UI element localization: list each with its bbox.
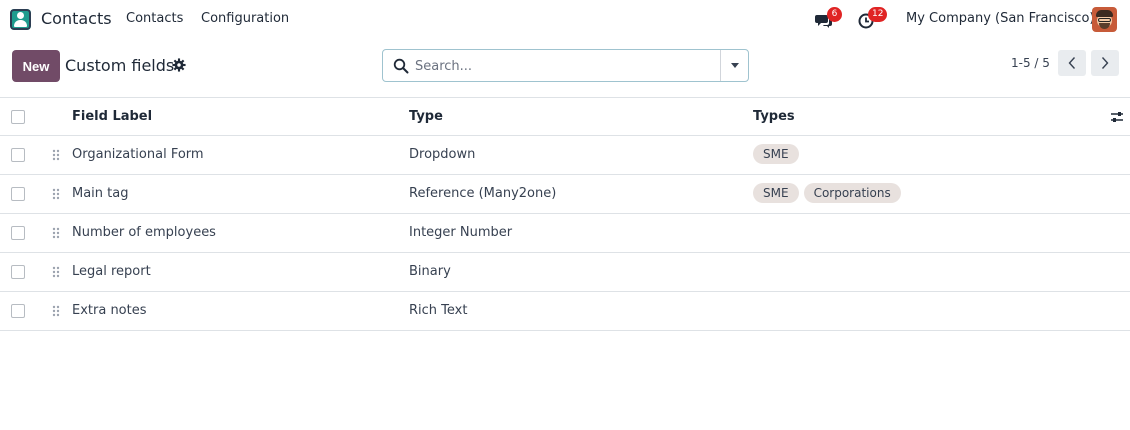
table-row[interactable]: Legal report Binary (0, 253, 1130, 292)
field-label-cell[interactable]: Organizational Form (72, 147, 204, 162)
search-bar (382, 49, 749, 82)
page-title: Custom fields (65, 56, 175, 75)
drag-handle-icon[interactable] (51, 265, 61, 279)
field-type-cell[interactable]: Binary (409, 264, 451, 279)
app-name[interactable]: Contacts (41, 9, 112, 28)
column-header-types[interactable]: Types (753, 109, 795, 124)
type-tag[interactable]: SME (753, 183, 799, 203)
field-type-cell[interactable]: Reference (Many2one) (409, 186, 556, 201)
company-switcher[interactable]: My Company (San Francisco) (906, 11, 1094, 26)
field-label-cell[interactable]: Main tag (72, 186, 128, 201)
menu-configuration[interactable]: Configuration (201, 11, 289, 26)
chevron-left-icon (1068, 57, 1076, 69)
new-button[interactable]: New (12, 50, 60, 82)
field-type-cell[interactable]: Rich Text (409, 303, 467, 318)
field-label-cell[interactable]: Legal report (72, 264, 151, 279)
field-label-cell[interactable]: Number of employees (72, 225, 216, 240)
field-type-cell[interactable]: Dropdown (409, 147, 475, 162)
pager-value[interactable]: 1-5 / 5 (1011, 56, 1050, 70)
table-row[interactable]: Number of employees Integer Number (0, 214, 1130, 253)
search-options-toggle[interactable] (721, 50, 749, 81)
drag-handle-icon[interactable] (51, 304, 61, 318)
chat-count-badge: 6 (827, 7, 842, 22)
row-checkbox[interactable] (11, 304, 25, 318)
table-row[interactable]: Organizational Form Dropdown SME (0, 136, 1130, 175)
activity-count-badge: 12 (868, 7, 888, 22)
user-avatar[interactable] (1092, 7, 1117, 32)
select-all-checkbox[interactable] (11, 110, 25, 124)
sliders-icon[interactable] (1110, 110, 1124, 124)
search-icon (393, 58, 409, 74)
top-navbar: Contacts Contacts Configuration 6 12 My … (0, 0, 1130, 39)
column-header-type[interactable]: Type (409, 109, 443, 124)
custom-fields-table: Field Label Type Types Organizational Fo… (0, 97, 1130, 331)
types-cell[interactable]: SME (753, 144, 799, 164)
contacts-app-icon[interactable] (10, 9, 31, 30)
table-row[interactable]: Extra notes Rich Text (0, 292, 1130, 331)
chevron-right-icon (1101, 57, 1109, 69)
pager-previous-button[interactable] (1058, 50, 1086, 76)
table-header: Field Label Type Types (0, 97, 1130, 136)
search-input[interactable] (415, 56, 715, 76)
field-label-cell[interactable]: Extra notes (72, 303, 147, 318)
type-tag[interactable]: SME (753, 144, 799, 164)
caret-down-icon (731, 63, 739, 68)
field-type-cell[interactable]: Integer Number (409, 225, 512, 240)
table-row[interactable]: Main tag Reference (Many2one) SME Corpor… (0, 175, 1130, 214)
row-checkbox[interactable] (11, 226, 25, 240)
row-checkbox[interactable] (11, 265, 25, 279)
type-tag[interactable]: Corporations (803, 183, 901, 203)
menu-contacts[interactable]: Contacts (126, 11, 183, 26)
drag-handle-icon[interactable] (51, 148, 61, 162)
drag-handle-icon[interactable] (51, 187, 61, 201)
row-checkbox[interactable] (11, 187, 25, 201)
types-cell[interactable]: SME Corporations (753, 183, 901, 203)
drag-handle-icon[interactable] (51, 226, 61, 240)
gear-icon[interactable] (172, 58, 186, 72)
row-checkbox[interactable] (11, 148, 25, 162)
pager-next-button[interactable] (1091, 50, 1119, 76)
column-header-field-label[interactable]: Field Label (72, 109, 152, 124)
